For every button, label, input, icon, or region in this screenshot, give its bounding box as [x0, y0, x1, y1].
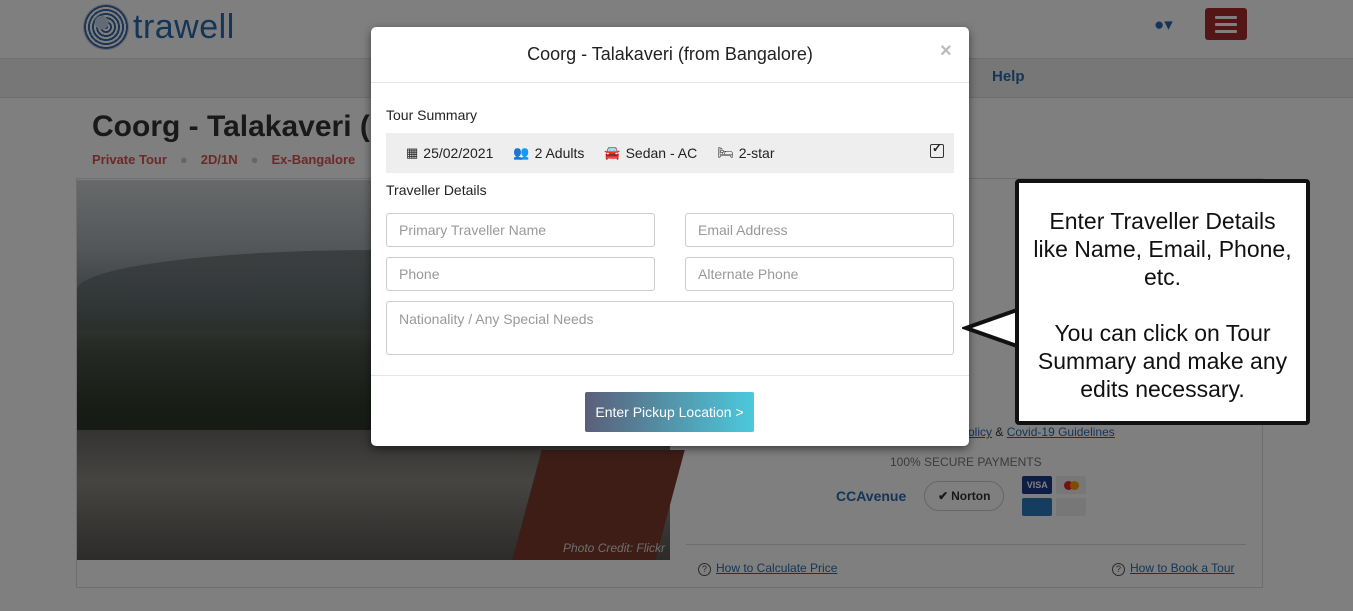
- summary-vehicle: 🚘 Sedan - AC: [604, 145, 698, 161]
- traveller-details-modal: Coorg - Talakaveri (from Bangalore) × To…: [371, 27, 969, 446]
- callout-line-1: Enter Traveller Details like Name, Email…: [1033, 208, 1292, 290]
- users-icon: 👥: [513, 145, 530, 160]
- nationality-special-needs-input[interactable]: [386, 301, 954, 355]
- enter-pickup-location-button[interactable]: Enter Pickup Location >: [585, 392, 754, 432]
- primary-traveller-name-input[interactable]: [386, 213, 655, 247]
- car-icon: 🚘: [604, 145, 621, 160]
- bed-icon: 🛏: [717, 145, 734, 160]
- summary-date: ▦ 25/02/2021: [406, 145, 494, 161]
- edit-icon[interactable]: [930, 141, 944, 158]
- summary-hotel: 🛏 2-star: [717, 145, 775, 161]
- summary-adults: 👥 2 Adults: [513, 145, 585, 161]
- tour-summary-bar[interactable]: ▦ 25/02/2021 👥 2 Adults 🚘 Sedan - AC 🛏 2-sta…: [386, 133, 954, 173]
- email-input[interactable]: [685, 213, 954, 247]
- close-icon[interactable]: ×: [940, 40, 952, 63]
- tour-summary-label: Tour Summary: [386, 107, 478, 123]
- phone-input[interactable]: [386, 257, 655, 291]
- traveller-details-label: Traveller Details: [386, 182, 487, 198]
- modal-footer: Enter Pickup Location >: [371, 375, 969, 446]
- alternate-phone-input[interactable]: [685, 257, 954, 291]
- modal-header: Coorg - Talakaveri (from Bangalore) ×: [371, 27, 969, 83]
- modal-title: Coorg - Talakaveri (from Bangalore): [527, 44, 813, 64]
- callout-pointer: [962, 306, 1022, 350]
- callout-line-2: You can click on Tour Summary and make a…: [1037, 320, 1288, 402]
- instruction-callout: Enter Traveller Details like Name, Email…: [1015, 179, 1310, 425]
- calendar-icon: ▦: [406, 145, 419, 160]
